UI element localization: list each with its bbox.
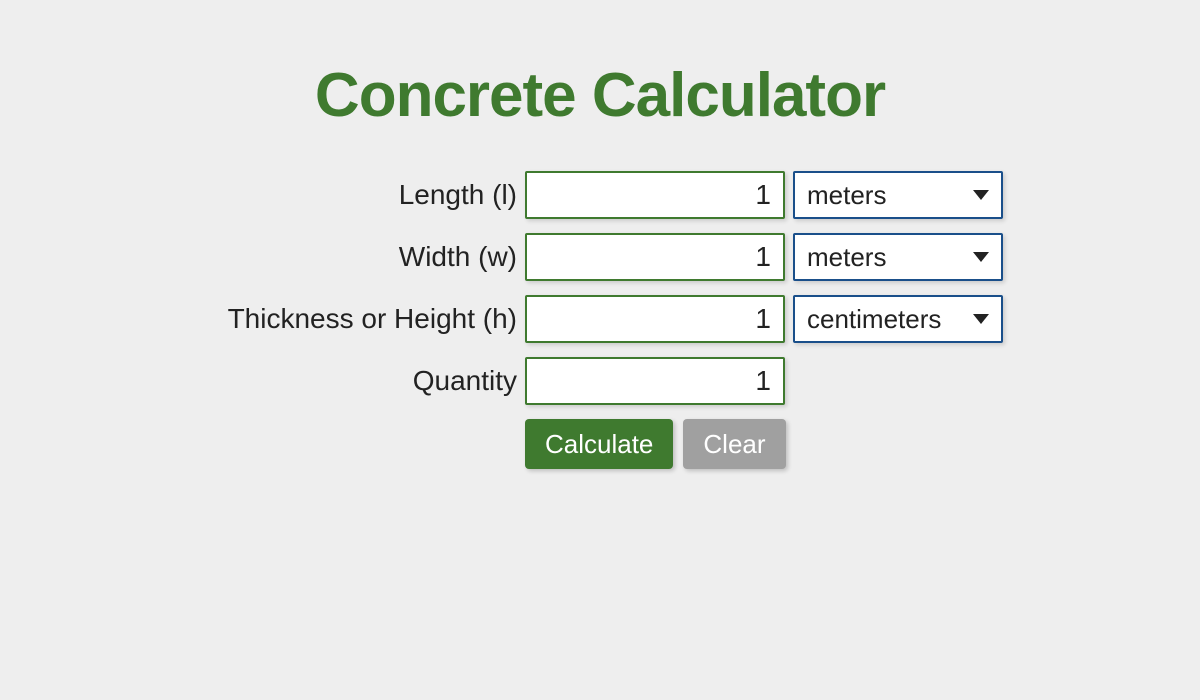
thickness-input[interactable] xyxy=(525,295,785,343)
thickness-unit-text: centimeters xyxy=(807,304,973,335)
width-unit-text: meters xyxy=(807,242,973,273)
quantity-input[interactable] xyxy=(525,357,785,405)
calculator-container: Concrete Calculator Length (l) meters Wi… xyxy=(0,0,1200,483)
length-input[interactable] xyxy=(525,171,785,219)
calculate-button[interactable]: Calculate xyxy=(525,419,673,469)
chevron-down-icon xyxy=(973,314,989,324)
chevron-down-icon xyxy=(973,190,989,200)
thickness-label: Thickness or Height (h) xyxy=(197,303,517,335)
quantity-label: Quantity xyxy=(197,365,517,397)
clear-button[interactable]: Clear xyxy=(683,419,785,469)
length-label: Length (l) xyxy=(197,179,517,211)
chevron-down-icon xyxy=(973,252,989,262)
length-unit-select[interactable]: meters xyxy=(793,171,1003,219)
width-label: Width (w) xyxy=(197,241,517,273)
calculator-form: Length (l) meters Width (w) meters Thick… xyxy=(0,171,1200,483)
width-unit-select[interactable]: meters xyxy=(793,233,1003,281)
page-title: Concrete Calculator xyxy=(0,60,1200,131)
width-input[interactable] xyxy=(525,233,785,281)
thickness-unit-select[interactable]: centimeters xyxy=(793,295,1003,343)
length-unit-text: meters xyxy=(807,180,973,211)
